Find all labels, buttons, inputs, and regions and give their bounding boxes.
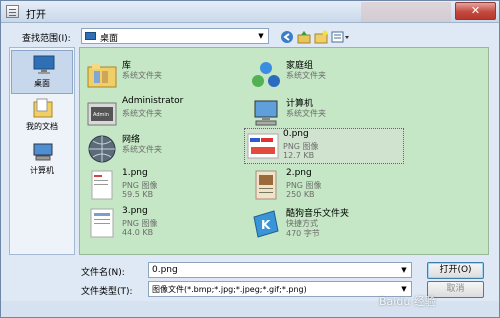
list-item[interactable]: K 酷狗音乐文件夹 快捷方式 470 字节 bbox=[248, 206, 408, 242]
lookin-value: 桌面 bbox=[100, 34, 119, 44]
filename-field[interactable]: 0.png ▼ bbox=[148, 262, 412, 278]
list-item-selected[interactable]: 0.png PNG 图像 12.7 KB bbox=[244, 128, 404, 164]
list-item[interactable]: 计算机 系统文件夹 bbox=[248, 96, 408, 132]
item-size: 44.0 KB bbox=[122, 228, 154, 237]
item-name: 2.png bbox=[286, 168, 312, 178]
item-type: 系统文件夹 bbox=[122, 145, 162, 154]
list-item[interactable]: 2.png PNG 图像 250 KB bbox=[248, 168, 408, 204]
view-menu-icon[interactable] bbox=[331, 30, 351, 44]
item-size: 59.5 KB bbox=[122, 190, 154, 199]
item-size: 250 KB bbox=[286, 190, 315, 199]
computer-icon bbox=[250, 97, 282, 129]
item-size: 12.7 KB bbox=[283, 151, 315, 160]
item-type: 系统文件夹 bbox=[122, 71, 162, 80]
up-folder-icon[interactable] bbox=[297, 30, 311, 44]
filetype-select[interactable]: 图像文件(*.bmp;*.jpg;*.jpeg;*.gif;*.png) ▼ bbox=[148, 281, 412, 297]
desktop-icon bbox=[33, 55, 55, 75]
list-item[interactable]: 网络 系统文件夹 bbox=[84, 132, 244, 168]
item-name: 3.png bbox=[122, 206, 148, 216]
close-button[interactable]: ✕ bbox=[455, 2, 496, 20]
place-documents[interactable]: 我的文档 bbox=[11, 94, 73, 138]
item-name: 1.png bbox=[122, 168, 148, 178]
chevron-down-icon[interactable]: ▼ bbox=[397, 263, 411, 277]
item-name: Administrator bbox=[122, 96, 184, 106]
background-window-overlay bbox=[361, 2, 451, 22]
item-type: 系统文件夹 bbox=[286, 71, 326, 80]
place-label: 计算机 bbox=[30, 166, 54, 175]
back-arrow-icon[interactable] bbox=[280, 30, 294, 44]
shortcut-icon: K bbox=[250, 207, 282, 239]
list-item[interactable]: 1.png PNG 图像 59.5 KB bbox=[84, 168, 244, 204]
svg-text:Admin: Admin bbox=[93, 112, 109, 118]
png-thumbnail-icon bbox=[86, 169, 118, 201]
list-item[interactable]: 3.png PNG 图像 44.0 KB bbox=[84, 206, 244, 242]
window-title: 打开 bbox=[26, 10, 46, 21]
item-type: 系统文件夹 bbox=[122, 109, 162, 118]
item-name: 0.png bbox=[283, 129, 309, 139]
documents-icon bbox=[32, 98, 54, 118]
open-button[interactable]: 打开(O) bbox=[427, 262, 484, 279]
list-item[interactable]: Admin Administrator 系统文件夹 bbox=[84, 96, 244, 132]
chevron-down-icon[interactable]: ▼ bbox=[254, 29, 268, 43]
place-desktop[interactable]: 桌面 bbox=[11, 50, 73, 94]
svg-text:K: K bbox=[261, 218, 271, 232]
place-computer[interactable]: 计算机 bbox=[11, 138, 73, 182]
title-bar: 打开 ✕ bbox=[1, 1, 499, 23]
list-item[interactable]: 库 系统文件夹 bbox=[84, 58, 244, 94]
network-globe-icon bbox=[86, 133, 118, 165]
png-thumbnail-icon bbox=[250, 169, 282, 201]
png-thumbnail-icon bbox=[86, 207, 118, 239]
list-item[interactable]: 家庭组 系统文件夹 bbox=[248, 58, 408, 94]
item-type: 系统文件夹 bbox=[286, 109, 326, 118]
lookin-combo[interactable]: 桌面 ▼ bbox=[81, 28, 269, 44]
item-size: 470 字节 bbox=[286, 229, 320, 238]
filetype-value: 图像文件(*.bmp;*.jpg;*.jpeg;*.gif;*.png) bbox=[152, 285, 307, 294]
dialog-app-icon bbox=[6, 5, 19, 18]
filetype-label: 文件类型(T): bbox=[81, 287, 133, 297]
computer-icon bbox=[32, 142, 54, 162]
place-label: 我的文档 bbox=[26, 122, 58, 131]
file-list: 库 系统文件夹 家庭组 系统文件夹 Admin Administrator 系统… bbox=[79, 47, 489, 255]
filename-label: 文件名(N): bbox=[81, 268, 125, 278]
library-folder-icon bbox=[86, 59, 118, 91]
lookin-label: 查找范围(I): bbox=[22, 34, 71, 44]
desktop-icon bbox=[85, 32, 96, 40]
user-folder-icon: Admin bbox=[86, 97, 118, 129]
places-bar: 桌面 我的文档 计算机 bbox=[9, 47, 75, 255]
place-label: 桌面 bbox=[34, 79, 50, 88]
new-folder-icon[interactable] bbox=[314, 30, 328, 44]
filename-value: 0.png bbox=[152, 265, 178, 275]
open-file-dialog: 打开 ✕ 查找范围(I): 桌面 ▼ 桌面 我的文档 计算机 库 系统文件夹 家… bbox=[0, 0, 500, 318]
homegroup-icon bbox=[250, 59, 282, 91]
watermark: Baidu 经验 bbox=[379, 295, 436, 308]
png-thumbnail-icon bbox=[247, 130, 279, 162]
